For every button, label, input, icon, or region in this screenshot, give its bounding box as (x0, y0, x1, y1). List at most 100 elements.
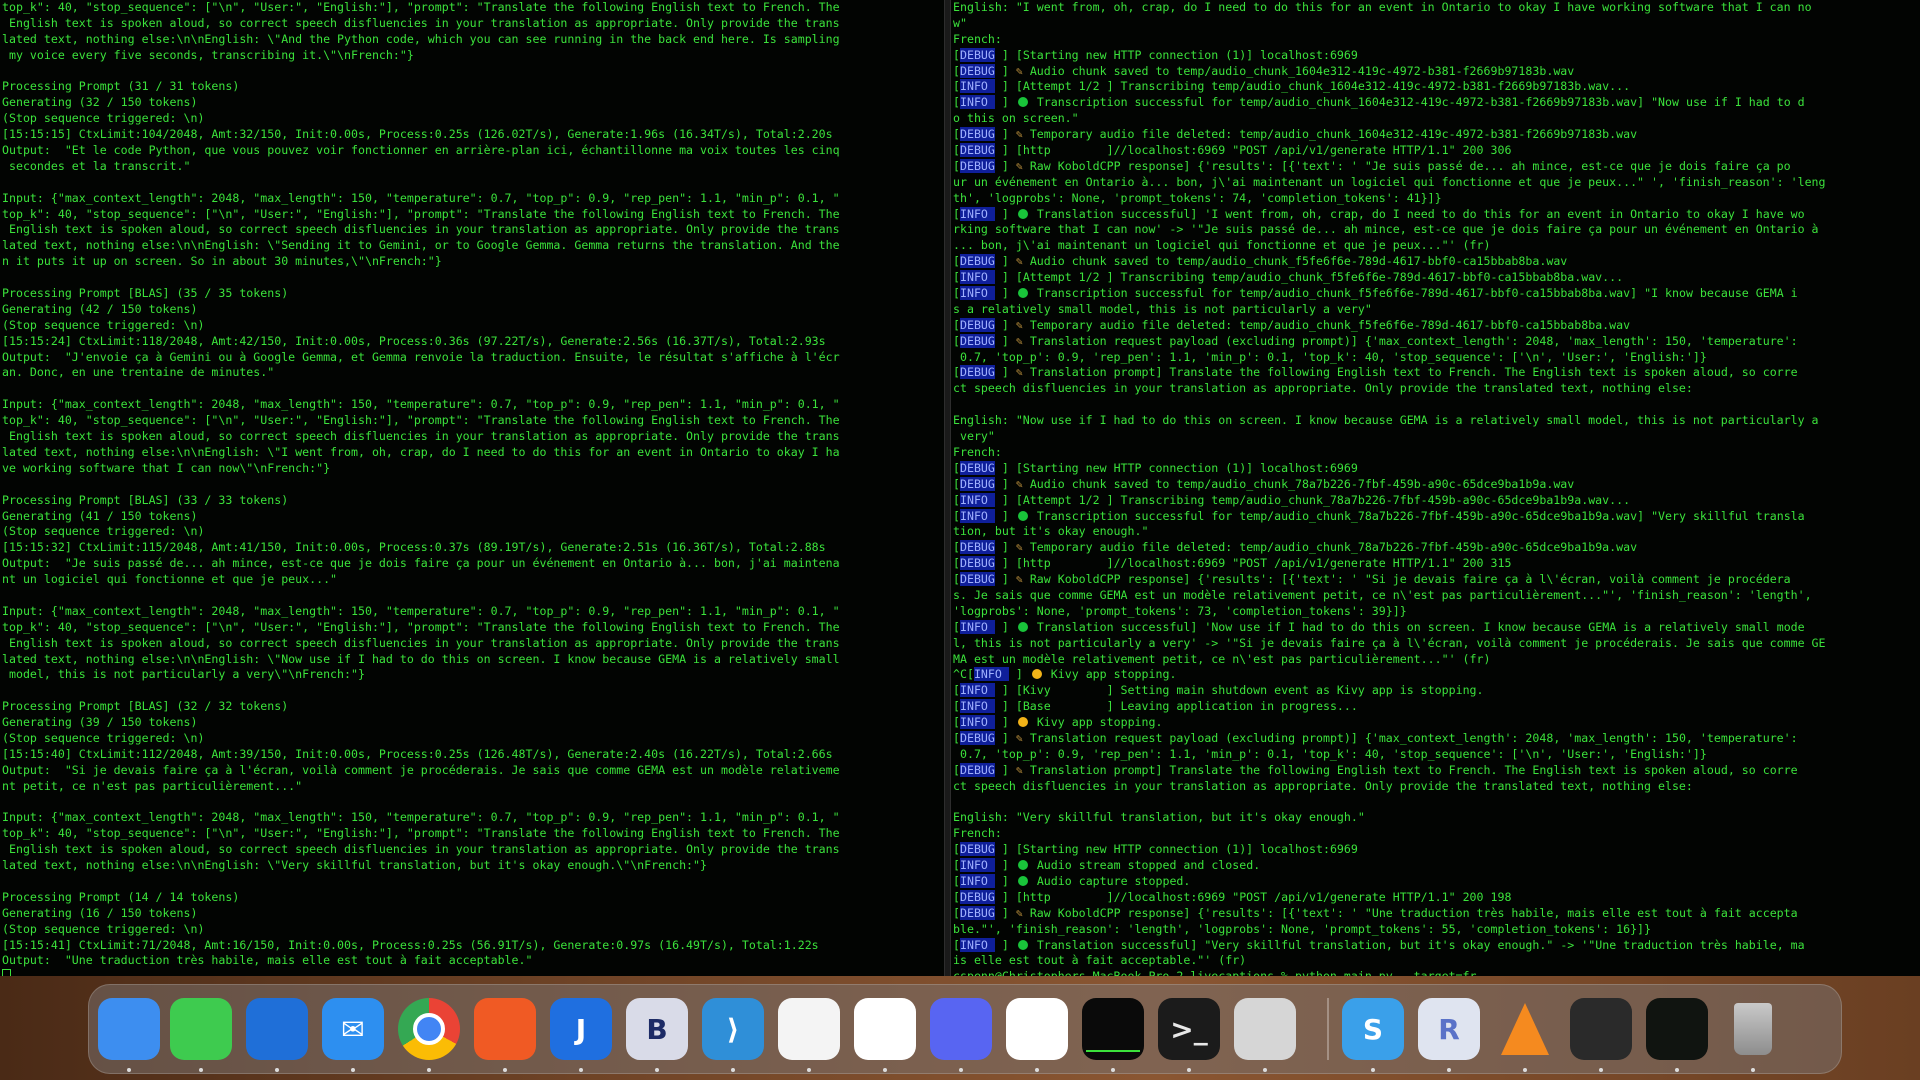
pencil-icon: ✎ (1015, 905, 1030, 920)
mail-icon[interactable]: ✉ (322, 998, 384, 1060)
log-message: ct speech disfluencies in your translati… (953, 778, 1693, 793)
log-level-tag: DEBUG (959, 127, 995, 142)
left-terminal-line: Output: "Je suis passé de... ah mince, e… (2, 556, 840, 571)
right-terminal-pane[interactable]: English: "I went from, oh, crap, do I ne… (951, 0, 1920, 976)
green-circle-icon (1017, 621, 1028, 632)
left-terminal-line: English text is spoken aloud, so correct… (2, 429, 840, 444)
left-terminal-line: top_k": 40, "stop_sequence": ["\n", "Use… (2, 206, 840, 221)
running-indicator (127, 1068, 131, 1072)
right-terminal-line: ct speech disfluencies in your translati… (953, 779, 1920, 795)
left-terminal-line: English text is spoken aloud, so correct… (2, 15, 840, 30)
yellow-circle-icon (1031, 669, 1042, 680)
running-indicator (731, 1068, 735, 1072)
iphone-mirroring-icon[interactable] (1234, 998, 1296, 1060)
left-terminal-line: Output: "Une traduction très habile, mai… (2, 953, 533, 968)
minimized-window-2-icon[interactable] (1646, 998, 1708, 1060)
left-terminal-line: [15:15:40] CtxLimit:112/2048, Amt:39/150… (2, 746, 833, 761)
left-terminal-line: Processing Prompt [BLAS] (32 / 32 tokens… (2, 699, 289, 714)
r-icon[interactable]: R (1418, 998, 1480, 1060)
left-terminal-line (2, 175, 944, 191)
log-message: Audio chunk saved to temp/audio_chunk_f5… (1029, 254, 1568, 269)
green-circle-icon (1017, 288, 1028, 299)
log-message: cspenn@Christophers-MacBook-Pro-2 liveca… (953, 969, 1477, 976)
right-terminal-line: 0.7, 'top_p': 0.9, 'rep_pen': 1.1, 'min_… (953, 747, 1920, 763)
running-indicator (1523, 1068, 1527, 1072)
log-level-tag: INFO (959, 699, 995, 714)
log-level-tag: DEBUG (959, 317, 995, 332)
left-terminal-line: [15:15:15] CtxLimit:104/2048, Amt:32/150… (2, 127, 833, 142)
right-terminal-line: ur un événement en Ontario à... bon, j\'… (953, 175, 1920, 191)
terminal-icon[interactable]: >_ (1158, 998, 1220, 1060)
right-terminal-line: s. Je sais que comme GEMA est un modèle … (953, 588, 1920, 604)
arc-icon[interactable] (778, 998, 840, 1060)
trash-icon[interactable] (1722, 998, 1784, 1060)
finder-icon[interactable] (98, 998, 160, 1060)
thunderbird-icon[interactable] (246, 998, 308, 1060)
log-message: th', 'logprobs': None, 'prompt_tokens': … (953, 190, 1442, 205)
right-terminal-line: [INFO ] Audio capture stopped. (953, 873, 1191, 888)
vscode-icon[interactable]: ⟩ (702, 998, 764, 1060)
asana-icon[interactable] (1006, 998, 1068, 1060)
log-message: French: (953, 826, 1002, 841)
right-terminal-line (953, 397, 1920, 413)
right-terminal-line: o this on screen." (953, 111, 1920, 127)
right-terminal-line: is elle est tout à fait acceptable."' (f… (953, 953, 1920, 969)
right-terminal-line: very" (953, 429, 1920, 445)
left-terminal-line: (Stop sequence triggered: \n) (2, 730, 205, 745)
green-circle-icon (1017, 860, 1028, 871)
left-terminal-line: ve working software that I can now\"\nFr… (2, 460, 331, 475)
r-label: R (1438, 1012, 1460, 1046)
right-terminal-line (953, 795, 1920, 811)
left-terminal-pane[interactable]: top_k": 40, "stop_sequence": ["\n", "Use… (0, 0, 944, 976)
right-terminal-line: [DEBUG ] [http ]//localhost:6969 "POST /… (953, 889, 1512, 904)
right-terminal-line: th', 'logprobs': None, 'prompt_tokens': … (953, 191, 1920, 207)
log-message: ble."', 'finish_reason': 'length', 'logp… (953, 921, 1652, 936)
log-message: Transcription successful for temp/audio_… (1036, 286, 1798, 301)
log-level-tag: DEBUG (959, 476, 995, 491)
pencil-icon: ✎ (1015, 365, 1030, 380)
right-terminal-line: [DEBUG ] ✎ Temporary audio file deleted:… (953, 540, 1638, 555)
running-indicator (807, 1068, 811, 1072)
left-terminal-line: [15:15:32] CtxLimit:115/2048, Amt:41/150… (2, 540, 826, 555)
discord-icon[interactable] (930, 998, 992, 1060)
left-terminal-line: Generating (32 / 150 tokens) (2, 95, 198, 110)
left-terminal-line: lated text, nothing else:\n\nEnglish: \"… (2, 858, 707, 873)
running-indicator (959, 1068, 963, 1072)
left-terminal-line (2, 683, 944, 699)
chrome-icon[interactable] (398, 998, 460, 1060)
left-terminal-line: Generating (41 / 150 tokens) (2, 508, 198, 523)
activity-monitor-icon[interactable] (1082, 998, 1144, 1060)
running-indicator (1751, 1068, 1755, 1072)
left-terminal-line: Output: "J'envoie ça à Gemini ou à Googl… (2, 349, 840, 364)
joplin-icon[interactable]: J (550, 998, 612, 1060)
log-message: [Attempt 1/2 ] Transcribing temp/audio_c… (1015, 492, 1631, 507)
slack-icon[interactable] (854, 998, 916, 1060)
log-level-tag: INFO (959, 95, 995, 110)
log-level-tag: INFO (959, 508, 995, 523)
vlc-icon[interactable] (1494, 998, 1556, 1060)
right-terminal-line: [DEBUG ] ✎ Translation request payload (… (953, 333, 1798, 348)
right-terminal-line: [DEBUG ] [Starting new HTTP connection (… (953, 842, 1358, 857)
left-terminal-line: Input: {"max_context_length": 2048, "max… (2, 397, 840, 412)
brave-icon[interactable] (474, 998, 536, 1060)
log-level-tag: DEBUG (959, 730, 995, 745)
log-level-tag: DEBUG (959, 460, 995, 475)
running-indicator (579, 1068, 583, 1072)
bbedit-icon[interactable]: B (626, 998, 688, 1060)
split-divider[interactable] (944, 0, 951, 976)
right-terminal-line: [INFO ] Transcription successful for tem… (953, 286, 1798, 301)
pencil-icon: ✎ (1015, 127, 1030, 142)
log-message: Translation successful] "Very skillful t… (1036, 937, 1805, 952)
mail-label: ✉ (341, 1012, 365, 1046)
log-message: Raw KoboldCPP response] {'results': [{'t… (1029, 905, 1798, 920)
running-indicator (1447, 1068, 1451, 1072)
left-terminal-line: Processing Prompt [BLAS] (35 / 35 tokens… (2, 286, 289, 301)
scrivener-icon[interactable]: S (1342, 998, 1404, 1060)
left-terminal-line: secondes et la transcrit." (2, 158, 191, 173)
left-terminal-line: Generating (42 / 150 tokens) (2, 301, 198, 316)
messages-icon[interactable] (170, 998, 232, 1060)
minimized-window-1-icon[interactable] (1570, 998, 1632, 1060)
left-terminal-line (2, 270, 944, 286)
log-message: 0.7, 'top_p': 0.9, 'rep_pen': 1.1, 'min_… (953, 349, 1707, 364)
log-message: English: "Now use if I had to do this on… (953, 413, 1819, 428)
